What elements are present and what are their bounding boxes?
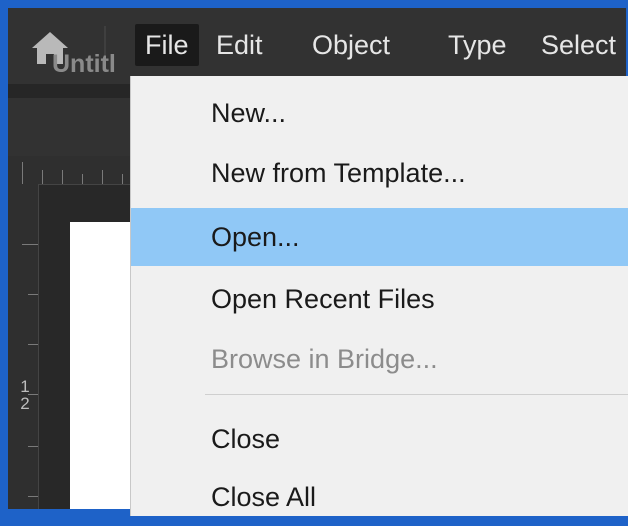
menu-item-browse-in-bridge: Browse in Bridge...: [211, 344, 438, 374]
menu-item-open-recent-files[interactable]: Open Recent Files: [131, 270, 628, 328]
menu-object[interactable]: Object: [304, 24, 398, 66]
file-menu-dropdown: New... New from Template... Open... Open…: [130, 76, 628, 516]
document-tab-title: Untitl: [52, 50, 116, 78]
menu-select[interactable]: Select: [533, 24, 624, 66]
menu-item-open[interactable]: Open...: [131, 208, 628, 266]
menu-edit[interactable]: Edit: [208, 24, 271, 66]
ruler-label: 1 2: [20, 378, 30, 412]
menu-item-close-all[interactable]: Close All: [131, 468, 628, 526]
menu-separator: [205, 394, 628, 395]
menu-type[interactable]: Type: [440, 24, 515, 66]
vertical-ruler[interactable]: [8, 184, 39, 509]
menu-item-close[interactable]: Close: [131, 410, 628, 468]
menu-item-new[interactable]: New...: [131, 84, 628, 142]
menu-file[interactable]: File: [135, 24, 199, 66]
menu-item-new-from-template[interactable]: New from Template...: [131, 144, 628, 202]
ruler-label-value: 1 2: [20, 377, 30, 413]
